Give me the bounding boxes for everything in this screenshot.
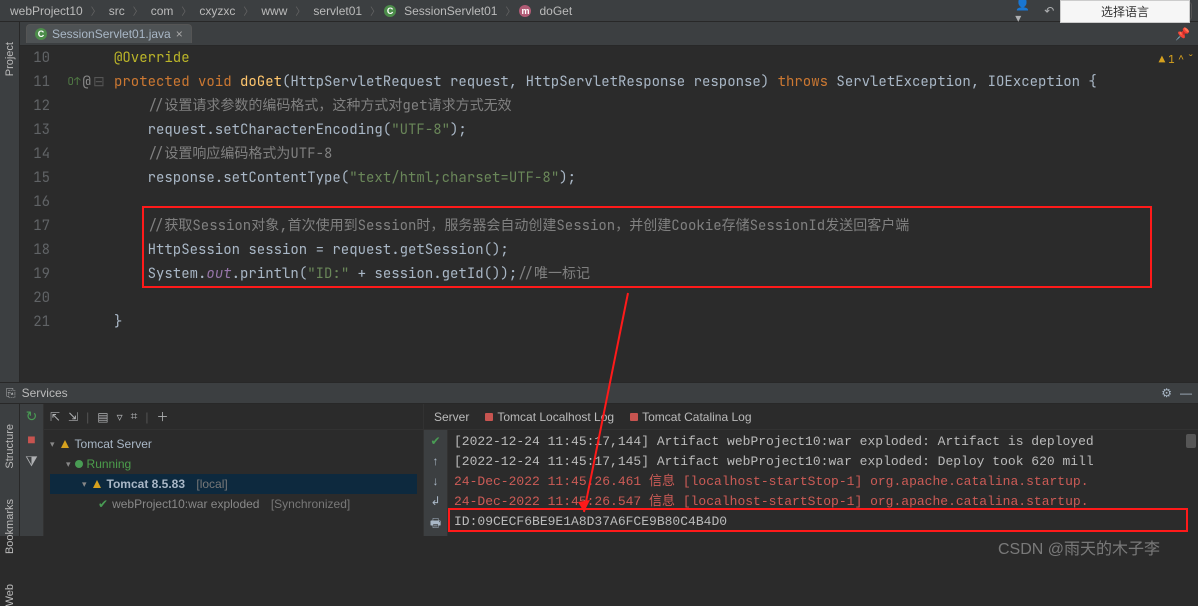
console-toolbar: ✔ ↑ ↓ ↲ 🖶 [424,430,448,536]
crumb-class[interactable]: SessionServlet01 [400,3,501,19]
user-icon[interactable]: 👤▾ [1015,3,1031,19]
top-bar: webProject10〉 src〉 com〉 cxyzxc〉 www〉 ser… [0,0,1198,22]
crumb-www[interactable]: www [257,3,291,19]
print-icon[interactable]: 🖶 [430,514,441,535]
tab-web[interactable]: Web [4,584,16,606]
tab-label: SessionServlet01.java [52,27,171,41]
tree-tomcat-instance[interactable]: ▾Tomcat 8.5.83 [local] [50,474,417,494]
tab-server[interactable]: Server [434,410,469,424]
language-tooltip[interactable]: 选择语言 [1060,0,1190,23]
breadcrumb: webProject10〉 src〉 com〉 cxyzxc〉 www〉 ser… [6,3,1015,19]
crumb-src[interactable]: src [105,3,129,19]
log-tabs: Server Tomcat Localhost Log Tomcat Catal… [424,404,1198,430]
crumb-pkg[interactable]: servlet01 [309,3,366,19]
scrollbar[interactable] [1186,434,1196,448]
filter-icon[interactable]: ⧩ [25,453,38,470]
crumb-project[interactable]: webProject10 [6,3,87,19]
services-title[interactable]: Services [22,386,68,400]
down-icon[interactable]: ↓ [433,474,439,488]
code-editor[interactable]: 101112 131415 161718 192021 O↑@⊟ ▲1^ˇ @O… [20,46,1198,382]
close-icon[interactable]: × [176,27,183,41]
crumb-cxyzxc[interactable]: cxyzxc [195,3,239,19]
ok-icon[interactable]: ✔ [430,434,440,448]
override-icon[interactable]: O↑ [67,70,80,94]
warning-icon: ▲ [1159,48,1166,72]
tab-project[interactable]: Project [4,42,16,76]
filter3-icon[interactable]: ▿ [117,410,123,424]
expand-icon[interactable]: ⇱ [50,410,60,424]
line-gutter: 101112 131415 161718 192021 [20,46,58,382]
stop-square-icon [630,413,638,421]
minimize-icon[interactable]: — [1180,386,1192,400]
pin-icon[interactable]: 📌 [1175,27,1190,41]
class-icon: C [384,5,396,17]
crumb-method[interactable]: doGet [535,3,576,19]
collapse-icon[interactable]: ⇲ [68,410,78,424]
group-icon[interactable]: ⌗ [131,409,138,424]
tab-bookmarks[interactable]: Bookmarks [4,499,16,554]
tab-structure[interactable]: Structure [4,424,16,469]
rerun-icon[interactable]: ↻ [26,408,38,425]
crumb-com[interactable]: com [147,3,178,19]
watermark: CSDN @雨天的木子李 [998,535,1160,559]
services-header: ⎘ Services ⚙ — [0,382,1198,404]
stop-square-icon [485,413,493,421]
services-top-toolbar: ⇱⇲ | ▤▿⌗ | ＋ [44,404,423,430]
method-icon: m [519,5,531,17]
file-tab[interactable]: C SessionServlet01.java × [26,24,192,43]
tab-localhost-log[interactable]: Tomcat Localhost Log [485,410,614,424]
add-icon[interactable]: ＋ [157,408,169,425]
left-tool-tabs-lower: Structure Bookmarks Web [0,404,20,536]
tab-catalina-log[interactable]: Tomcat Catalina Log [630,410,751,424]
filter2-icon[interactable]: ▤ [97,410,108,424]
running-icon [75,460,83,468]
services-run-toolbar: ↻ ■ ⧩ [20,404,44,536]
gutter-icons: O↑@⊟ [58,46,114,382]
inspection-badge[interactable]: ▲1^ˇ [1159,48,1194,72]
ok-icon: ✔ [98,497,108,511]
class-icon: C [35,28,47,40]
left-tool-tabs: Project [0,22,20,382]
stop-icon[interactable]: ■ [27,431,35,447]
settings-icon[interactable]: ⚙ [1161,386,1172,400]
back-icon[interactable]: ↶ [1041,3,1057,19]
services-icon: ⎘ [6,386,16,401]
soft-wrap-icon[interactable]: ↲ [430,494,440,508]
tree-artifact[interactable]: ✔webProject10:war exploded [Synchronized… [50,494,417,514]
services-tree[interactable]: ▾Tomcat Server ▾Running ▾Tomcat 8.5.83 [… [44,430,423,536]
console-output[interactable]: [2022-12-24 11:45:17,144] Artifact webPr… [448,430,1198,536]
up-icon[interactable]: ↑ [433,454,439,468]
editor-tabs: C SessionServlet01.java × 📌 [20,22,1198,46]
